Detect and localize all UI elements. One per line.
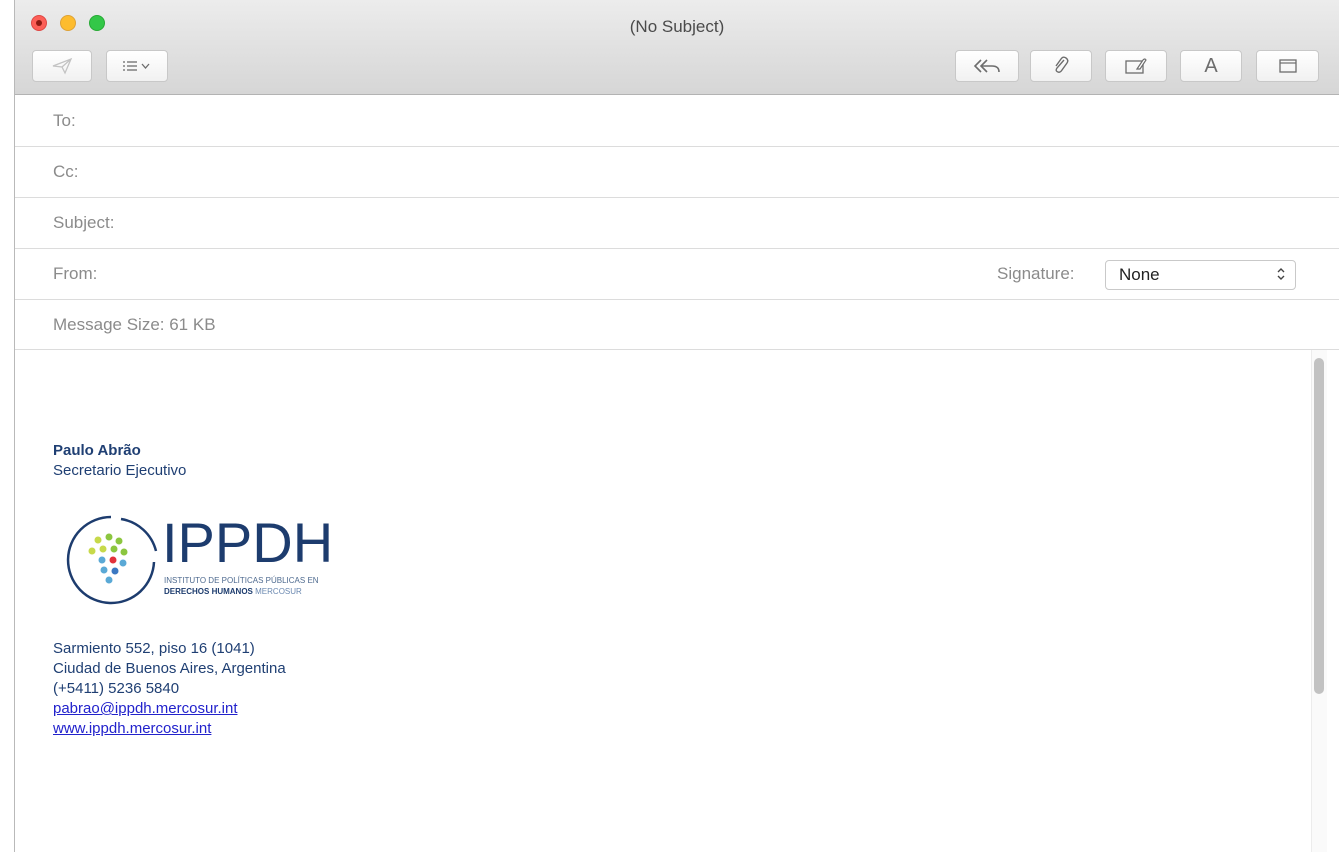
paperclip-icon	[1052, 56, 1070, 76]
from-label: From:	[53, 264, 98, 283]
email-link[interactable]: pabrao@ippdh.mercosur.int	[53, 700, 238, 717]
list-chevron-icon	[120, 59, 154, 73]
logo-subtitle-line1: INSTITUTO DE POLÍTICAS PÚBLICAS EN	[164, 576, 319, 585]
from-field[interactable]: From: Signature: None	[15, 249, 1339, 300]
window-title: (No Subject)	[629, 17, 725, 36]
logo-subtitle-line2: DERECHOS HUMANOS MERCOSUR	[164, 587, 302, 596]
message-size: Message Size: 61 KB	[53, 314, 216, 334]
signature-select[interactable]: None	[1105, 260, 1296, 290]
send-button[interactable]	[32, 50, 92, 82]
photo-browser-button[interactable]	[1256, 50, 1319, 82]
scrollbar-thumb[interactable]	[1314, 358, 1324, 694]
address-line-2: Ciudad de Buenos Aires, Argentina	[53, 660, 286, 677]
reply-all-icon	[972, 58, 1002, 74]
ippdh-logo: IPPDH INSTITUTO DE POLÍTICAS PÚBLICAS EN…	[61, 510, 361, 610]
signature-label: Signature:	[997, 264, 1075, 283]
cc-field[interactable]: Cc:	[15, 147, 1339, 198]
reply-all-button[interactable]	[955, 50, 1019, 82]
signature-value: None	[1119, 265, 1160, 284]
message-size-row: Message Size: 61 KB	[15, 300, 1339, 350]
logo-wordmark: IPPDH	[162, 511, 334, 574]
to-field[interactable]: To:	[15, 96, 1339, 147]
mail-compose-window: (No Subject) A To: Cc: Subject: From: Si…	[14, 0, 1339, 852]
paper-plane-icon	[51, 57, 73, 75]
attach-button[interactable]	[1030, 50, 1092, 82]
website-link[interactable]: www.ippdh.mercosur.int	[53, 720, 211, 737]
logo-subtitle-light: MERCOSUR	[255, 587, 302, 596]
message-body[interactable]: Paulo Abrão Secretario Ejecutivo IPPDH I…	[15, 350, 1339, 852]
phone-number: (+5411) 5236 5840	[53, 680, 180, 697]
header-options-button[interactable]	[106, 50, 168, 82]
subject-field[interactable]: Subject:	[15, 198, 1339, 249]
format-font-icon: A	[1204, 54, 1218, 77]
window-icon	[1278, 59, 1297, 73]
title-bar: (No Subject) A	[15, 0, 1339, 95]
updown-chevron-icon	[1276, 266, 1286, 282]
signature-role: Secretario Ejecutivo	[53, 462, 187, 479]
cc-label: Cc:	[53, 162, 79, 181]
ippdh-logo-mark	[66, 515, 158, 605]
scroll-track[interactable]	[1311, 350, 1327, 852]
to-label: To:	[53, 111, 76, 130]
signature-name: Paulo Abrão	[53, 442, 141, 459]
subject-label: Subject:	[53, 213, 115, 232]
logo-subtitle-bold: DERECHOS HUMANOS	[164, 587, 253, 596]
format-button[interactable]: A	[1180, 50, 1242, 82]
address-line-1: Sarmiento 552, piso 16 (1041)	[53, 640, 255, 657]
markup-icon	[1124, 57, 1148, 75]
markup-button[interactable]	[1105, 50, 1167, 82]
